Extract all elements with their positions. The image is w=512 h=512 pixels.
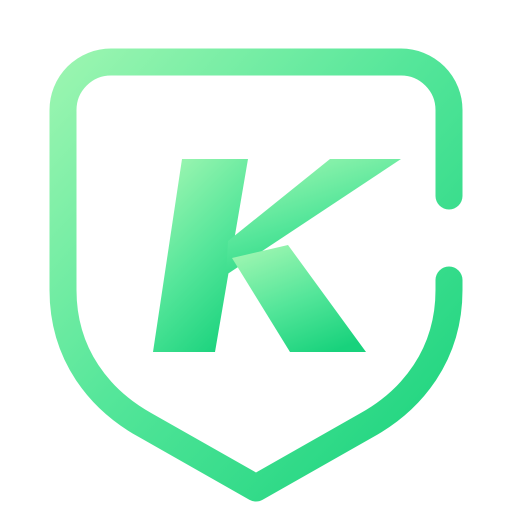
- letter-k-mark: [153, 159, 401, 352]
- shield-k-logo-icon: [49, 48, 463, 502]
- app-logo: [0, 0, 512, 512]
- letter-k-lower-leg: [232, 245, 366, 352]
